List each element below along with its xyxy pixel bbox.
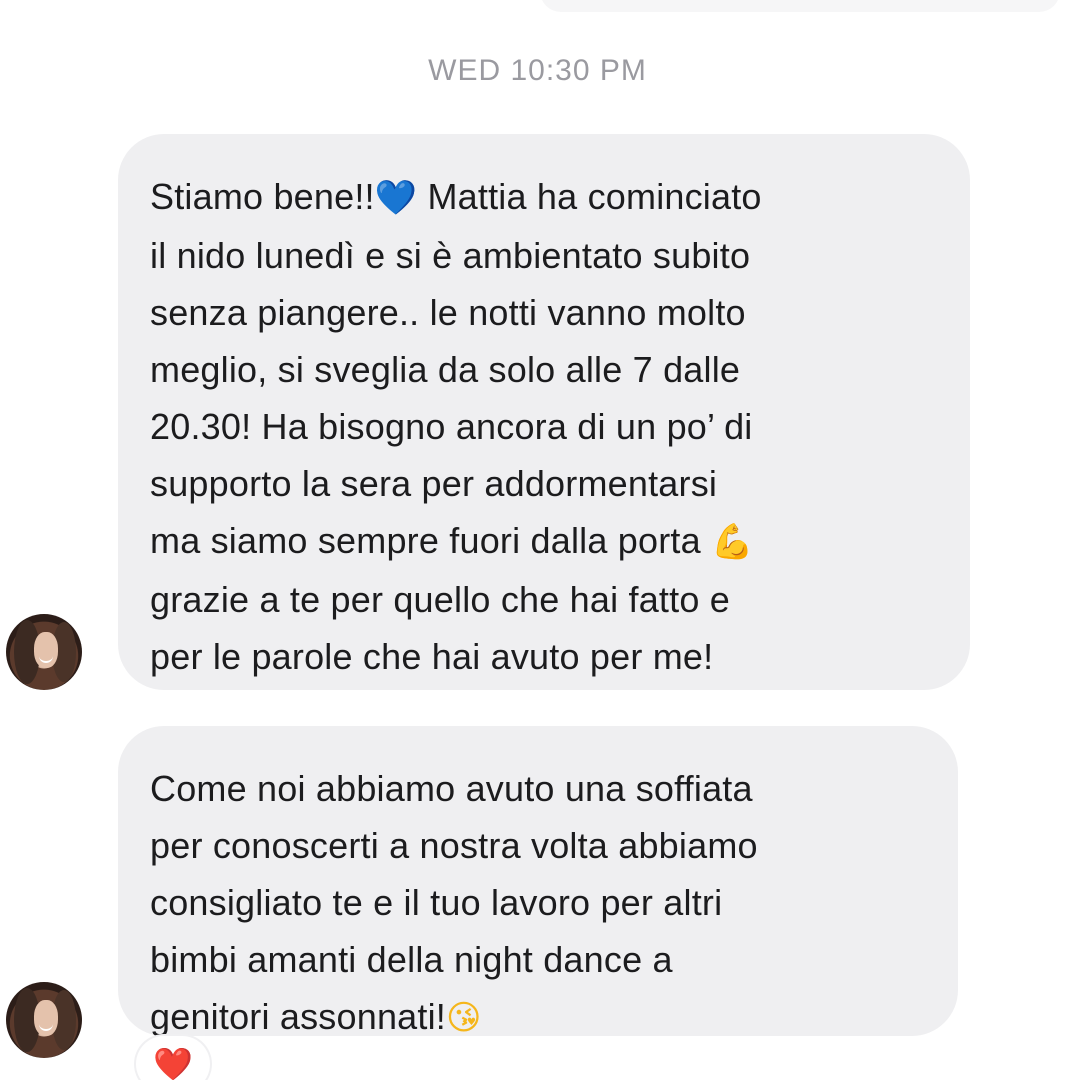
face-blowing-kiss-icon: 😘 [445,998,482,1038]
message-text: Stiamo bene!! [150,176,375,217]
chat-screen: WED 10:30 PM Stiamo bene!!💙 Mattia ha co… [0,0,1080,1080]
previous-message-edge [540,0,1060,12]
message-text: Come noi abbiamo avuto una soffiata per … [150,768,758,1037]
flexed-biceps-icon: 💪 [711,522,754,562]
message-bubble[interactable]: Stiamo bene!!💙 Mattia ha cominciato il n… [118,134,970,690]
blue-heart-icon: 💙 [374,178,418,218]
red-heart-reaction-icon[interactable]: ❤️ [136,1036,210,1080]
sender-avatar[interactable] [6,614,82,690]
sender-avatar[interactable] [6,982,82,1058]
message-text: grazie a te per quello che hai fatto e p… [150,579,730,677]
message-text: Mattia ha cominciato il nido lunedì e si… [150,176,762,561]
message-timestamp: WED 10:30 PM [428,54,647,87]
message-bubble[interactable]: Come noi abbiamo avuto una soffiata per … [118,726,958,1038]
